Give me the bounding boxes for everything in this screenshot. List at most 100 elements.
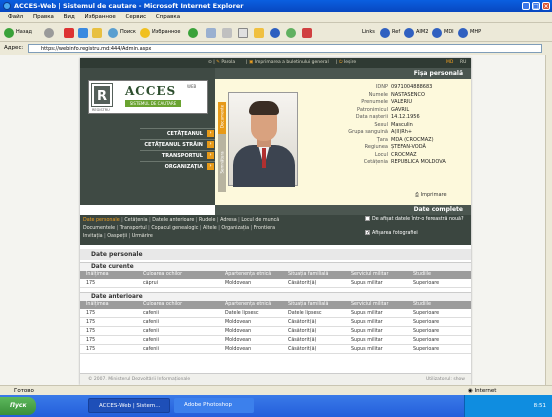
nav-organization[interactable]: ORGANIZAȚIA › <box>140 161 215 171</box>
nav-transport[interactable]: TRANSPORTUL › <box>140 150 215 160</box>
menu-file[interactable]: Файл <box>8 14 23 20</box>
column-header: Culoarea ochilor <box>143 302 183 307</box>
data-link[interactable]: Documentele <box>83 226 115 231</box>
data-link[interactable]: Transportul <box>120 226 147 231</box>
print-button[interactable] <box>222 27 234 38</box>
task-acces-web[interactable]: ACCES-Web | Sistem... <box>88 398 170 413</box>
menu-tools[interactable]: Сервис <box>126 14 147 20</box>
data-link[interactable]: Cetățenia <box>124 218 147 223</box>
link-mhp[interactable]: MHP <box>458 27 481 38</box>
start-button[interactable]: Пуск <box>0 397 36 415</box>
logo-panel: R ACCES WEB SISTEMUL DE CAUTARE REGISTRU… <box>80 68 215 205</box>
data-link[interactable]: Date personale <box>83 218 120 223</box>
data-link[interactable]: Oaspeții <box>107 234 127 239</box>
menu-edit[interactable]: Правка <box>33 14 54 20</box>
data-link[interactable]: Invitația <box>83 234 103 239</box>
field-label: IDNP <box>375 84 388 90</box>
link-links[interactable]: Links <box>362 27 375 38</box>
acces-logo[interactable]: R ACCES WEB SISTEMUL DE CAUTARE REGISTRU <box>88 80 208 114</box>
print-general-link[interactable]: | ▣ Imprimarea a buletinului general <box>246 58 329 68</box>
table-row: 175 cafenii Datele lipsesc Datele lipsesc Su… <box>80 309 471 318</box>
new-window-checkbox[interactable] <box>365 216 370 221</box>
photos-checkbox[interactable]: ✓ <box>365 230 370 236</box>
data-link[interactable]: Organizația <box>221 226 249 231</box>
field-value: REPUBLICA MOLDOVA <box>391 159 446 165</box>
field-value: Masculin <box>391 121 413 128</box>
task-photoshop[interactable]: Adobe Photoshop <box>174 398 254 413</box>
back-button[interactable]: Назад <box>4 27 32 38</box>
messenger-button[interactable] <box>270 27 282 38</box>
field-label: Regiunea <box>364 144 388 150</box>
address-input[interactable]: https://webinfo.registru.md:444/Admin.as… <box>28 44 542 53</box>
close-button[interactable]: × <box>542 2 550 10</box>
data-link[interactable]: Adresa <box>220 218 237 223</box>
refresh-button[interactable] <box>78 27 90 38</box>
title-bar[interactable]: ACCES-Web | Sistemul de cautare - Micros… <box>0 0 552 12</box>
maximize-button[interactable]: □ <box>532 2 540 10</box>
table-cell: cafenii <box>143 311 159 316</box>
mdi-icon <box>432 27 442 38</box>
data-link[interactable]: Altele <box>203 226 217 231</box>
arrow-right-icon: › <box>207 152 214 159</box>
lang-md[interactable]: MD <box>446 58 453 68</box>
forward-arrow-icon <box>44 27 54 38</box>
data-link[interactable]: Frontiera <box>254 226 275 231</box>
lang-ru[interactable]: RU <box>460 58 466 68</box>
tab-signature-label[interactable]: Semnătura <box>220 139 225 187</box>
edit-button[interactable] <box>238 27 250 38</box>
tools-button[interactable] <box>302 27 314 38</box>
table-cell: 175 <box>86 347 96 352</box>
field-value: CROCMAZ <box>391 151 417 158</box>
minimize-button[interactable]: _ <box>522 2 530 10</box>
home-button[interactable] <box>92 27 104 38</box>
stop-button[interactable] <box>64 27 76 38</box>
table-cell: Supus militar <box>351 338 383 343</box>
column-header: Situația familială <box>288 302 329 307</box>
column-header: Înălțimea <box>86 272 109 277</box>
data-link[interactable]: Datele anterioare <box>152 218 194 223</box>
new-window-option[interactable]: De afișat datele într-o fereastră nouă? <box>365 216 464 223</box>
table-cell: Moldovean <box>225 338 252 343</box>
field-value: 0971004888683 <box>391 84 433 90</box>
star-icon <box>140 27 150 38</box>
complete-data-bar[interactable]: Date complete <box>215 205 471 215</box>
data-link[interactable]: Copacul genealogic <box>151 226 198 231</box>
vertical-scrollbar[interactable] <box>545 55 552 385</box>
nav-foreign-citizen[interactable]: CETĂȚEANUL STRĂIN › <box>140 139 215 149</box>
print-card-button[interactable]: ⎙ Imprimare <box>415 192 447 198</box>
folder-button[interactable] <box>254 27 266 38</box>
link-ref[interactable]: Ref <box>380 27 400 38</box>
password-link[interactable]: ⊙ | ✎ Parola <box>208 58 235 68</box>
menu-view[interactable]: Вид <box>64 14 75 20</box>
data-link[interactable]: Locul de muncă <box>241 218 279 223</box>
page-viewport: ⊙ | ✎ Parola | ▣ Imprimarea a buletinulu… <box>0 55 545 385</box>
mail-icon <box>206 27 216 38</box>
table-cell: cafenii <box>143 338 159 343</box>
table-cell: Superioare <box>413 311 440 316</box>
data-link[interactable]: Urmărire <box>132 234 153 239</box>
data-link[interactable]: Rudele <box>199 218 215 223</box>
menu-help[interactable]: Справка <box>156 14 180 20</box>
address-bar: Адрес: https://webinfo.registru.md:444/A… <box>0 43 552 54</box>
photos-option[interactable]: ✓ Afișarea fotografiei <box>365 230 418 237</box>
history-button[interactable] <box>188 27 200 38</box>
link-aim2[interactable]: AIM2 <box>404 27 428 38</box>
search-button[interactable]: Поиск <box>108 27 136 38</box>
print-icon <box>222 27 232 38</box>
column-header: Situația familială <box>288 272 329 277</box>
search-icon <box>108 27 118 38</box>
research-button[interactable] <box>286 27 298 38</box>
mail-button[interactable] <box>206 27 218 38</box>
research-icon <box>286 27 296 38</box>
favorites-button[interactable]: Избранное <box>140 27 180 38</box>
forward-button[interactable] <box>44 27 56 38</box>
column-header: Studiile <box>413 272 431 277</box>
table-cell: Superioare <box>413 338 440 343</box>
field-label: Locul <box>374 151 388 158</box>
nav-citizen[interactable]: CETĂȚEANUL › <box>140 128 215 138</box>
field-value: MDA (CROCMAZ) <box>391 136 434 143</box>
menu-favorites[interactable]: Избранное <box>85 14 116 20</box>
logout-link[interactable]: | ⏻ Ieșire <box>336 58 356 68</box>
table-row: 175 cafenii Moldovean Căsătorit(ă) Supus mil… <box>80 336 471 345</box>
link-mdi[interactable]: MDI <box>432 27 454 38</box>
